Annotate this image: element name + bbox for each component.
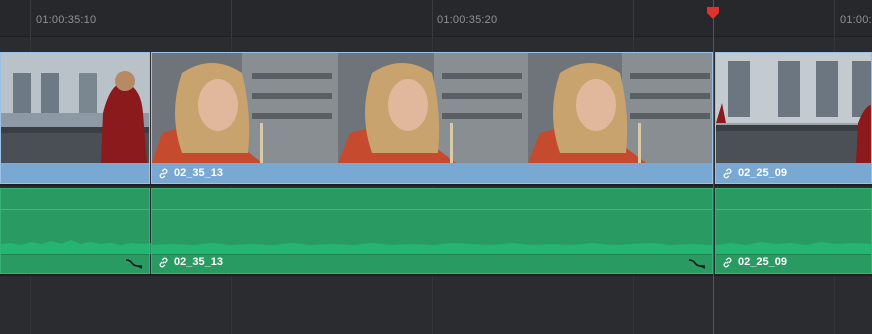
clip-name: 02_25_09 [738, 256, 787, 268]
playhead-line[interactable] [713, 0, 714, 334]
link-icon [723, 168, 732, 178]
audio-waveform [716, 209, 872, 255]
clip-label: 02_35_13 [158, 256, 223, 268]
thumbnail-image [152, 53, 338, 163]
ruler-tick [231, 0, 232, 36]
playhead-marker-icon[interactable] [706, 6, 720, 20]
thumbnail-image [528, 53, 712, 163]
link-icon [159, 168, 168, 178]
clip-thumbnails [1, 53, 149, 163]
video-track: 02_35_13 02_25_09 [0, 52, 872, 184]
fade-handle-icon[interactable] [688, 257, 706, 269]
track-separator [0, 274, 872, 276]
video-clip[interactable] [0, 52, 150, 184]
ruler-tick [633, 0, 634, 36]
audio-clip[interactable]: 02_25_09 [715, 188, 872, 274]
audio-clip[interactable]: 02_35_13 [151, 188, 714, 274]
link-icon [159, 257, 168, 267]
clip-label: 02_25_09 [722, 167, 787, 179]
track-separator [0, 184, 872, 186]
thumbnail-image [1, 53, 149, 163]
clip-label: 02_25_09 [722, 256, 787, 268]
audio-waveform [152, 209, 714, 255]
clip-thumbnails [152, 53, 712, 163]
ruler-timecode: 01:00:35:20 [437, 14, 498, 26]
timeline-ruler[interactable]: 01:00:35:10 01:00:35:20 01:00:3 [0, 0, 872, 37]
clip-label: 02_35_13 [158, 167, 223, 179]
clip-name: 02_35_13 [174, 167, 223, 179]
video-clip[interactable]: 02_35_13 [151, 52, 713, 184]
thumbnail-image [716, 53, 871, 163]
audio-track: 02_35_13 02_25_09 [0, 188, 872, 274]
audio-waveform [1, 209, 151, 255]
video-clip[interactable]: 02_25_09 [715, 52, 872, 184]
ruler-timecode: 01:00:3 [840, 14, 872, 26]
clip-name: 02_35_13 [174, 256, 223, 268]
ruler-tick [834, 0, 835, 36]
ruler-timecode: 01:00:35:10 [36, 14, 97, 26]
clip-name: 02_25_09 [738, 167, 787, 179]
clip-thumbnails [716, 53, 871, 163]
ruler-tick [432, 0, 433, 36]
audio-clip[interactable] [0, 188, 151, 274]
thumbnail-image [338, 53, 528, 163]
fade-handle-icon[interactable] [125, 257, 143, 269]
ruler-tick [30, 0, 31, 36]
link-icon [723, 257, 732, 267]
